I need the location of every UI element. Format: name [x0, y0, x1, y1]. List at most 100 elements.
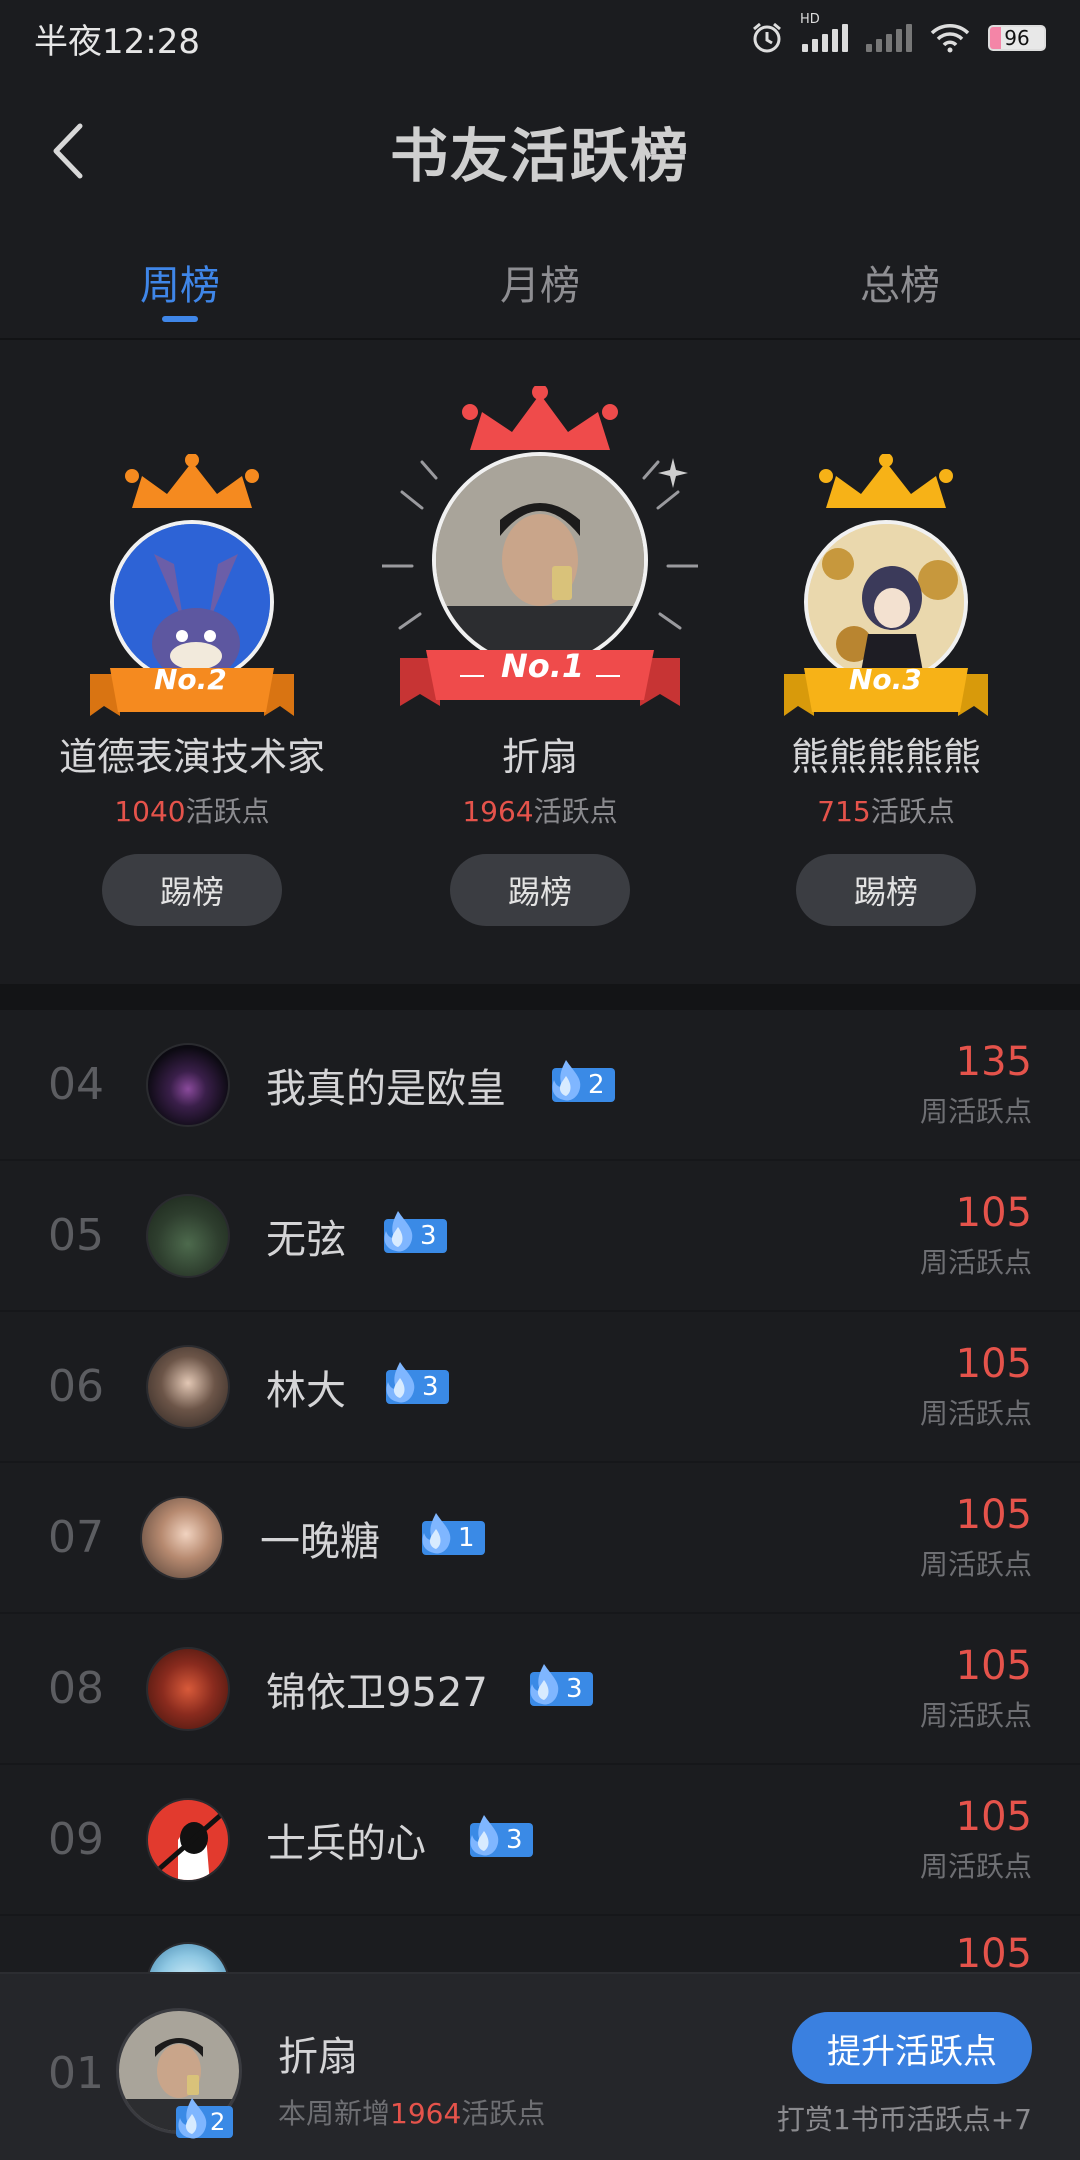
score: 135 周活跃点 — [920, 1040, 1032, 1130]
star-icon — [658, 458, 688, 488]
score: 105 周活跃点 — [920, 1191, 1032, 1281]
score-label: 周活跃点 — [919, 1094, 1032, 1128]
my-rank-number: 01 — [48, 2048, 104, 2099]
rank-number: 09 — [48, 1814, 104, 1865]
score-value: 135 — [955, 1038, 1032, 1085]
level-badge: 3 — [384, 1210, 447, 1253]
level-value: 3 — [420, 1220, 437, 1251]
level-badge: 3 — [470, 1814, 533, 1857]
tab-active-indicator — [162, 316, 198, 322]
user-name: 锦依卫9527 — [266, 1669, 488, 1716]
tab-total[interactable]: 总榜 — [720, 226, 1080, 338]
my-level-value: 2 — [210, 2108, 226, 2136]
score-label: 周活跃点 — [919, 1245, 1032, 1279]
level-value: 2 — [588, 1069, 605, 1100]
rank-number: 06 — [48, 1361, 104, 1412]
score-value: 105 — [955, 1793, 1032, 1840]
flame-icon — [530, 1663, 559, 1704]
score: 105 周活跃点 — [920, 1795, 1032, 1885]
tab-monthly-label: 月榜 — [500, 263, 580, 309]
podium-points-suffix: 活跃点 — [533, 795, 618, 828]
avatar[interactable] — [146, 1193, 230, 1278]
kick-button[interactable]: 踢榜 — [450, 854, 630, 926]
rank-number: 08 — [48, 1663, 104, 1714]
crown-icon — [819, 454, 953, 508]
kick-button[interactable]: 踢榜 — [102, 854, 282, 926]
list-item[interactable]: 04 我真的是欧皇 2 135 周活跃点 — [0, 1010, 1080, 1161]
podium-points: 1040活跃点 — [114, 790, 269, 830]
flame-icon — [386, 1361, 415, 1402]
avatar[interactable] — [146, 1797, 230, 1882]
tab-total-label: 总榜 — [860, 263, 940, 309]
page-root: 半夜12:28 HD 96 书友活跃榜 周榜 月榜 总榜 No.2 道德表演技术… — [0, 0, 1080, 2160]
hd-label: HD — [800, 12, 820, 27]
score-label: 周活跃点 — [919, 1849, 1032, 1883]
score: 105 周活跃点 — [920, 1644, 1032, 1734]
avatar[interactable] — [146, 1646, 230, 1731]
rank-label: No.2 — [154, 663, 227, 696]
score: 105 周活跃点 — [920, 1493, 1032, 1583]
my-weekly-summary: 本周新增1964活跃点 — [278, 2092, 545, 2132]
podium-points-suffix: 活跃点 — [870, 795, 955, 828]
reward-tip: 打赏1书币活跃点+7 — [776, 2103, 1032, 2136]
kick-button[interactable]: 踢榜 — [796, 854, 976, 926]
user-name: 我真的是欧皇 — [266, 1065, 506, 1112]
tab-weekly[interactable]: 周榜 — [0, 226, 360, 338]
list-item[interactable]: 06 林大 3 105 周活跃点 — [0, 1312, 1080, 1463]
tab-monthly[interactable]: 月榜 — [360, 226, 720, 338]
signal-1-icon: HD — [800, 12, 848, 52]
boost-activity-button[interactable]: 提升活跃点 — [792, 2012, 1032, 2084]
score-value: 105 — [955, 1491, 1032, 1538]
my-rank-bar: 01 2 折扇 本周新增1964活跃点 提升活跃点 打赏1书币活跃点+7 — [0, 1972, 1080, 2160]
level-value: 3 — [422, 1371, 439, 1402]
battery-level: 96 — [1004, 26, 1030, 50]
ranking-list: 04 我真的是欧皇 2 135 周活跃点 05 无弦 3 105 周活跃点 06… — [0, 1010, 1080, 2067]
score-label: 周活跃点 — [919, 1698, 1032, 1732]
flame-icon — [384, 1210, 413, 1251]
score-label: 周活跃点 — [919, 1547, 1032, 1581]
my-desc-points: 1964 — [390, 2097, 462, 2130]
user-name: 士兵的心 — [266, 1820, 426, 1867]
status-bar: 半夜12:28 HD 96 — [0, 0, 1080, 76]
avatar[interactable] — [146, 1042, 230, 1127]
podium-name: 折扇 — [501, 735, 579, 779]
list-item[interactable]: 09 士兵的心 3 105 周活跃点 — [0, 1765, 1080, 1916]
list-item[interactable]: 07 一晚糖 1 105 周活跃点 — [0, 1463, 1080, 1614]
back-button[interactable] — [38, 116, 98, 186]
signal-2-icon — [866, 24, 912, 52]
podium-points: 1964活跃点 — [462, 790, 617, 830]
score-value: 105 — [955, 1189, 1032, 1236]
user-name: 一晚糖 — [260, 1518, 380, 1565]
score: 105 周活跃点 — [920, 1342, 1032, 1432]
rank-number: 05 — [48, 1210, 104, 1261]
score-value: 105 — [955, 1931, 1032, 1977]
tab-bar: 周榜 月榜 总榜 — [0, 226, 1080, 340]
podium: No.2 道德表演技术家 1040活跃点 踢榜 No.1 折扇 1964活跃点 … — [0, 342, 1080, 984]
podium-points: 715活跃点 — [817, 790, 954, 830]
section-divider — [0, 984, 1080, 1010]
status-icons: HD 96 — [750, 12, 1046, 55]
rank-number: 07 — [48, 1512, 104, 1563]
podium-third: No.3 熊熊熊熊熊 715活跃点 踢榜 — [736, 342, 1036, 984]
level-value: 3 — [506, 1824, 523, 1855]
level-value: 3 — [566, 1673, 583, 1704]
wifi-icon — [930, 24, 970, 53]
tab-weekly-label: 周榜 — [140, 263, 220, 309]
rank-number: 04 — [48, 1059, 104, 1110]
flame-icon — [422, 1512, 451, 1553]
flame-icon — [552, 1059, 581, 1100]
crown-icon — [462, 386, 618, 450]
user-name: 无弦 — [266, 1216, 346, 1263]
score-label: 周活跃点 — [919, 1396, 1032, 1430]
score-value: 105 — [955, 1340, 1032, 1387]
podium-first: No.1 折扇 1964活跃点 踢榜 — [380, 342, 700, 984]
avatar[interactable] — [146, 1344, 230, 1429]
list-item[interactable]: 05 无弦 3 105 周活跃点 — [0, 1161, 1080, 1312]
my-desc-suffix: 活跃点 — [461, 2097, 546, 2130]
podium-points-value: 1964 — [462, 795, 534, 828]
avatar[interactable] — [140, 1495, 224, 1580]
avatar[interactable] — [432, 452, 648, 668]
header: 书友活跃榜 — [0, 76, 1080, 226]
user-name: 林大 — [266, 1367, 346, 1414]
list-item[interactable]: 08 锦依卫9527 3 105 周活跃点 — [0, 1614, 1080, 1765]
